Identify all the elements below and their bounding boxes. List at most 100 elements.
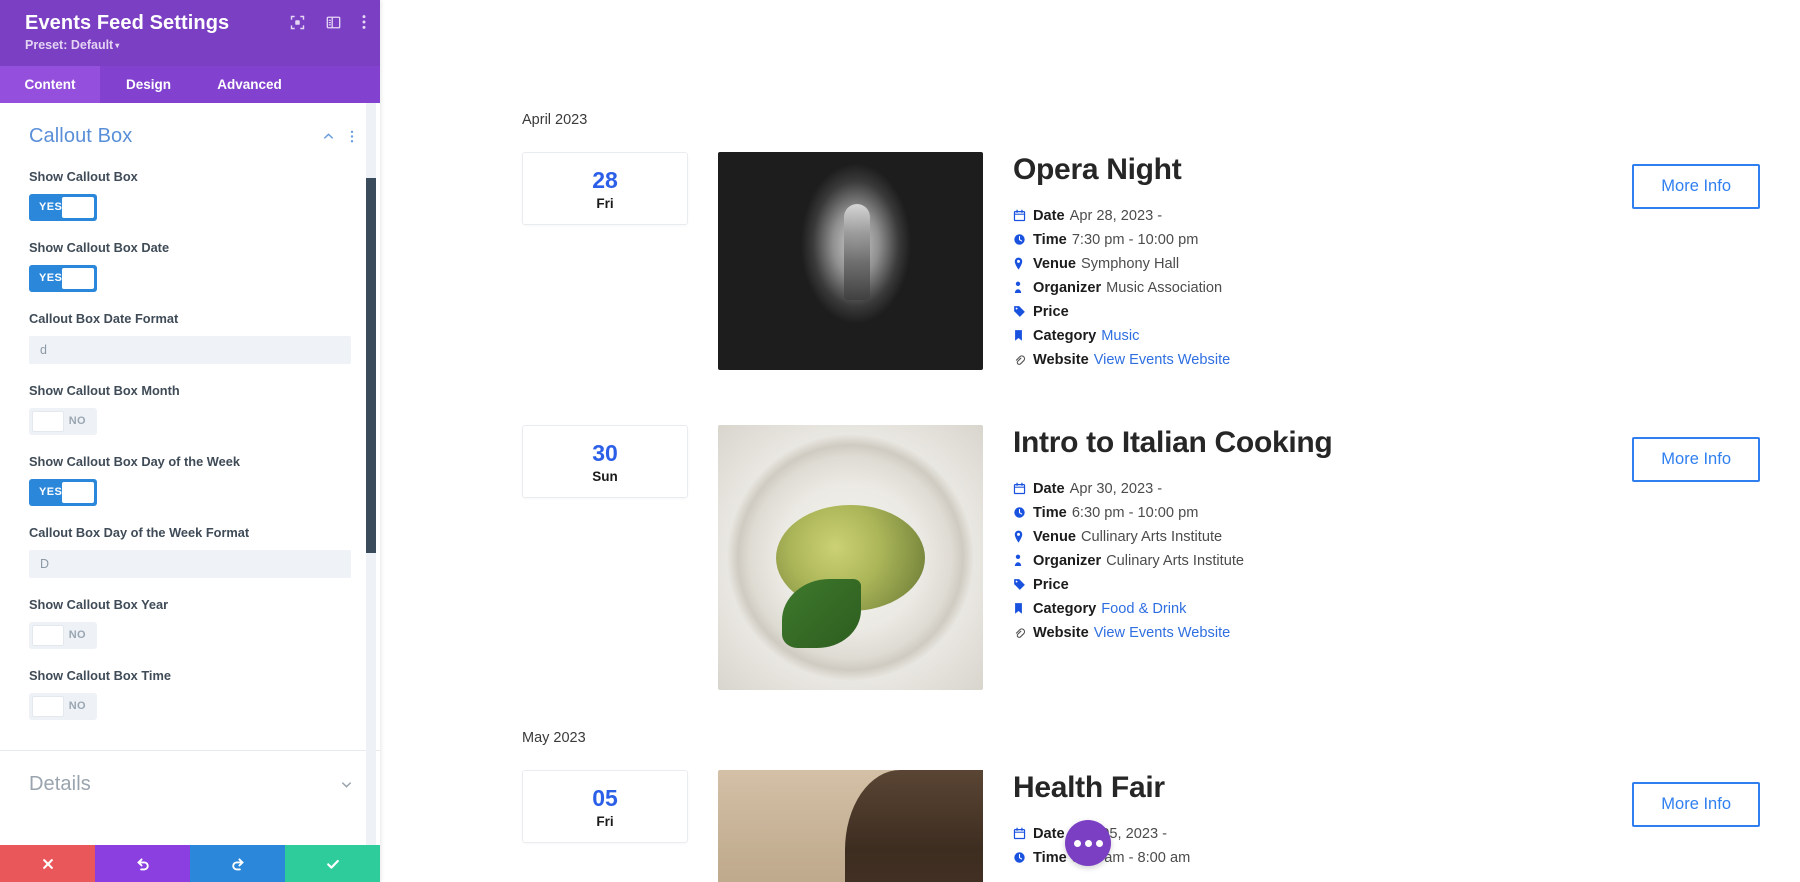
meta-key: Category bbox=[1033, 328, 1097, 344]
calendar-icon bbox=[1013, 482, 1033, 495]
meta-row-category: Category Music bbox=[1013, 324, 1608, 348]
meta-value-link[interactable]: Food & Drink bbox=[1101, 597, 1186, 621]
toggle-knob bbox=[32, 625, 64, 646]
meta-value: 6:30 pm - 10:00 pm bbox=[1071, 505, 1199, 521]
toggle-show-callout-box-date[interactable]: YES bbox=[29, 265, 97, 292]
field-label: Show Callout Box Date bbox=[29, 240, 170, 255]
meta-key: Category bbox=[1033, 601, 1097, 617]
toggle-value: NO bbox=[68, 415, 86, 427]
save-button[interactable] bbox=[285, 845, 380, 882]
callout-day: 05 bbox=[592, 784, 618, 811]
month-heading: May 2023 bbox=[522, 730, 586, 746]
chevron-down-icon: ▾ bbox=[115, 41, 120, 50]
toggle-knob bbox=[62, 268, 94, 289]
preset-label: Preset: Default bbox=[25, 38, 114, 52]
event-action: More Info bbox=[1632, 152, 1760, 209]
toggle-knob bbox=[32, 696, 64, 717]
meta-value-link[interactable]: Music bbox=[1101, 324, 1139, 348]
section-kebab-icon[interactable] bbox=[350, 129, 354, 144]
cancel-button[interactable] bbox=[0, 845, 95, 882]
meta-key: Time bbox=[1033, 850, 1067, 866]
field-label: Show Callout Box Month bbox=[29, 383, 180, 398]
toggle-show-callout-box-time[interactable]: NO bbox=[29, 693, 97, 720]
more-options-fab[interactable] bbox=[1065, 820, 1111, 866]
field-show-callout-box-time: Show Callout Box Time NO bbox=[0, 666, 380, 720]
sidebar-tabs: Content Design Advanced bbox=[0, 66, 380, 103]
callout-box-date-format-input[interactable]: d bbox=[29, 336, 351, 364]
events-feed-preview: April 2023 28 Fri Opera Night Date Apr 2… bbox=[380, 0, 1800, 882]
layout-panel-icon[interactable] bbox=[326, 15, 341, 30]
tab-content[interactable]: Content bbox=[0, 66, 100, 103]
field-label: Show Callout Box Time bbox=[29, 668, 171, 683]
event-title: Intro to Italian Cooking bbox=[1013, 426, 1333, 459]
meta-key: Time bbox=[1033, 232, 1067, 248]
meta-row-price: Price bbox=[1013, 300, 1608, 324]
tab-advanced[interactable]: Advanced bbox=[197, 66, 302, 103]
bookmark-icon bbox=[1013, 329, 1033, 342]
more-info-button[interactable]: More Info bbox=[1632, 782, 1760, 827]
tab-design[interactable]: Design bbox=[100, 66, 197, 103]
redo-button[interactable] bbox=[190, 845, 285, 882]
field-label: Show Callout Box Year bbox=[29, 597, 169, 612]
meta-row-date: Date Apr 30, 2023 - bbox=[1013, 477, 1608, 501]
app-screen: Events Feed Settings Preset: Default ▾ C… bbox=[0, 0, 1800, 882]
link-icon bbox=[1013, 353, 1033, 366]
toggle-knob bbox=[62, 197, 94, 218]
calendar-icon bbox=[1013, 209, 1033, 222]
field-callout-box-day-of-week-format: Callout Box Day of the Week Format D bbox=[0, 523, 380, 578]
chevron-down-icon[interactable] bbox=[339, 777, 354, 792]
more-info-button[interactable]: More Info bbox=[1632, 164, 1760, 209]
callout-day-of-week: Sun bbox=[592, 468, 618, 484]
event-thumbnail bbox=[718, 152, 983, 370]
meta-row-time: Time 7:30 pm - 10:00 pm bbox=[1013, 228, 1608, 252]
undo-button[interactable] bbox=[95, 845, 190, 882]
meta-row-venue: Venue Cullinary Arts Institute bbox=[1013, 525, 1608, 549]
meta-key: Date bbox=[1033, 481, 1065, 497]
meta-value-link[interactable]: View Events Website bbox=[1094, 348, 1231, 372]
header-icon-group bbox=[290, 14, 366, 30]
event-info: Opera Night Date Apr 28, 2023 - Time 7:3… bbox=[1013, 152, 1608, 372]
person-icon bbox=[1013, 281, 1033, 294]
toggle-show-callout-box-month[interactable]: NO bbox=[29, 408, 97, 435]
meta-row-date: Date Apr 28, 2023 - bbox=[1013, 204, 1608, 228]
meta-row-organizer: Organizer Culinary Arts Institute bbox=[1013, 549, 1608, 573]
meta-value: Cullinary Arts Institute bbox=[1081, 529, 1223, 545]
meta-value: Culinary Arts Institute bbox=[1106, 553, 1245, 569]
toggle-show-callout-box[interactable]: YES bbox=[29, 194, 97, 221]
field-label: Show Callout Box Day of the Week bbox=[29, 454, 240, 469]
event-action: More Info bbox=[1632, 770, 1760, 827]
focus-target-icon[interactable] bbox=[290, 15, 305, 30]
ellipsis-dot bbox=[1073, 839, 1081, 847]
section-header-details[interactable]: Details bbox=[0, 751, 380, 798]
toggle-show-callout-box-year[interactable]: NO bbox=[29, 622, 97, 649]
meta-row-price: Price bbox=[1013, 573, 1608, 597]
field-show-callout-box-month: Show Callout Box Month NO bbox=[0, 381, 380, 435]
section-title: Callout Box bbox=[29, 125, 133, 147]
meta-value: 7:30 pm - 10:00 pm bbox=[1071, 232, 1199, 248]
settings-sidebar: Events Feed Settings Preset: Default ▾ C… bbox=[0, 0, 380, 882]
meta-value: Symphony Hall bbox=[1081, 256, 1180, 272]
toggle-show-callout-box-day-of-week[interactable]: YES bbox=[29, 479, 97, 506]
preset-selector[interactable]: Preset: Default ▾ bbox=[25, 38, 362, 54]
toggle-value: NO bbox=[68, 700, 86, 712]
callout-day: 28 bbox=[592, 166, 618, 193]
ellipsis-dot bbox=[1084, 839, 1092, 847]
field-label: Callout Box Date Format bbox=[29, 311, 179, 326]
meta-key: Price bbox=[1033, 304, 1069, 320]
section-header-callout-box[interactable]: Callout Box bbox=[0, 103, 380, 150]
callout-box-day-of-week-format-input[interactable]: D bbox=[29, 550, 351, 578]
field-label: Show Callout Box bbox=[29, 169, 138, 184]
meta-value: Apr 28, 2023 - bbox=[1069, 208, 1163, 224]
price-tag-icon bbox=[1013, 305, 1033, 318]
chevron-up-icon[interactable] bbox=[321, 129, 336, 144]
meta-key: Website bbox=[1033, 352, 1089, 368]
callout-day-of-week: Fri bbox=[596, 195, 614, 211]
meta-row-website: Website View Events Website bbox=[1013, 621, 1608, 645]
meta-row-venue: Venue Symphony Hall bbox=[1013, 252, 1608, 276]
meta-value-link[interactable]: View Events Website bbox=[1094, 621, 1231, 645]
kebab-menu-icon[interactable] bbox=[362, 14, 366, 30]
map-pin-icon bbox=[1013, 530, 1033, 543]
field-callout-box-date-format: Callout Box Date Format d bbox=[0, 309, 380, 364]
sidebar-scrollbar-thumb[interactable] bbox=[366, 178, 376, 553]
more-info-button[interactable]: More Info bbox=[1632, 437, 1760, 482]
